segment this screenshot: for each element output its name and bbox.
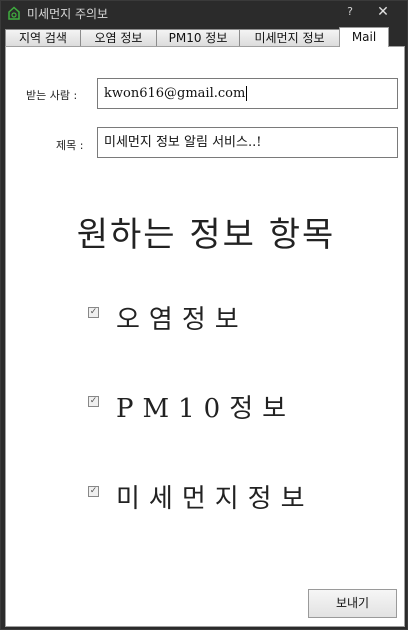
options-heading: 원하는 정보 항목	[76, 215, 336, 255]
help-button[interactable]: ?	[339, 3, 361, 21]
pollution-option-label: 오염정보	[116, 305, 248, 335]
recipient-input[interactable]: kwon616@gmail.com	[97, 78, 398, 109]
recipient-value: kwon616@gmail.com	[104, 86, 246, 101]
pm10-option-label: PM10정보	[116, 394, 296, 424]
tab-fine-dust-info[interactable]: 미세먼지 정보	[239, 29, 340, 46]
send-button[interactable]: 보내기	[308, 589, 397, 618]
close-button[interactable]: ✕	[369, 2, 397, 22]
window-title: 미세먼지 주의보	[27, 7, 109, 21]
app-window: 미세먼지 주의보 ? ✕ 지역 검색 오염 정보 PM10 정보 미세먼지 정보…	[0, 0, 408, 630]
tab-pm10-info[interactable]: PM10 정보	[156, 29, 240, 46]
tab-mail[interactable]: Mail	[339, 27, 389, 47]
mail-panel: 받는 사람 : kwon616@gmail.com 제목 : 미세먼지 정보 알…	[5, 46, 405, 627]
fine-dust-checkbox[interactable]: ✓	[88, 486, 99, 497]
option-pollution[interactable]: ✓ 오염정보	[6, 297, 406, 337]
tab-pollution-info[interactable]: 오염 정보	[80, 29, 157, 46]
title-bar[interactable]: 미세먼지 주의보 ? ✕	[1, 1, 407, 25]
fine-dust-option-label: 미세먼지정보	[116, 484, 314, 514]
option-fine-dust[interactable]: ✓ 미세먼지정보	[6, 476, 406, 516]
recipient-label: 받는 사람 :	[26, 89, 78, 102]
option-pm10[interactable]: ✓ PM10정보	[6, 386, 406, 426]
tab-region-search[interactable]: 지역 검색	[5, 29, 81, 46]
tab-bar: 지역 검색 오염 정보 PM10 정보 미세먼지 정보 Mail	[5, 27, 405, 47]
pm10-checkbox[interactable]: ✓	[88, 396, 99, 407]
subject-label: 제목 :	[56, 139, 84, 152]
text-caret	[246, 86, 248, 101]
app-house-icon	[8, 6, 20, 20]
subject-input[interactable]: 미세먼지 정보 알림 서비스..!	[97, 127, 398, 158]
pollution-checkbox[interactable]: ✓	[88, 307, 99, 318]
